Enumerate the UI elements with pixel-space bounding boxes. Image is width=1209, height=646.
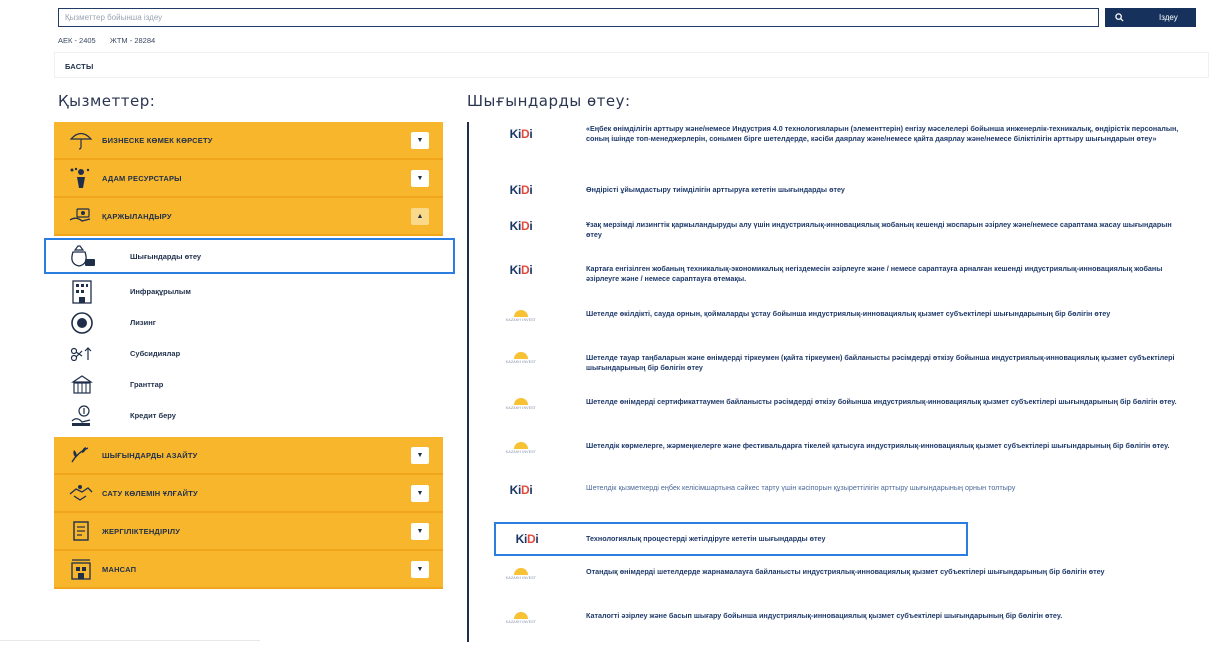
document-icon xyxy=(66,519,96,543)
kidi-logo: KiDi xyxy=(509,483,533,497)
category-label: ЖЕРГІЛІКТЕНДІРІЛУ xyxy=(102,526,181,536)
expense-item[interactable]: KiDi «Еңбек өнімділігін арттыру және/нем… xyxy=(490,124,1202,180)
search-input[interactable] xyxy=(58,8,1099,27)
category-sales-growth[interactable]: САТУ КӨЛЕМІН ҰЛҒАЙТУ ▼ xyxy=(54,475,443,513)
expense-item[interactable]: KAZAKH INVEST Каталогті әзірлеу және бас… xyxy=(490,608,1202,638)
chevron-down-icon[interactable]: ▼ xyxy=(411,132,429,149)
subitem-label: Шығындарды өтеу xyxy=(130,251,202,261)
category-human-resources[interactable]: АДАМ РЕСУРСТАРЫ ▼ xyxy=(54,160,443,198)
umbrella-icon xyxy=(66,128,96,152)
services-title: Қызметтер: xyxy=(58,92,156,110)
expense-link[interactable]: Картаға енгізілген жобаның техникалық-эк… xyxy=(586,260,1186,284)
subitem-leasing[interactable]: Лизинг xyxy=(54,307,443,338)
category-financing[interactable]: ҚАРЖЫЛАНДЫРУ ▲ xyxy=(54,198,443,236)
kazakh-invest-logo: KAZAKH INVEST xyxy=(490,348,552,368)
chevron-down-icon[interactable]: ▼ xyxy=(411,485,429,502)
chevron-up-icon[interactable]: ▲ xyxy=(411,208,429,225)
services-menu: БИЗНЕСКЕ КӨМЕК КӨРСЕТУ ▼ АДАМ РЕСУРСТАРЫ… xyxy=(44,122,455,589)
search-button[interactable]: Іздеу xyxy=(1105,8,1196,27)
category-cost-reduction[interactable]: ШЫҒЫНДАРДЫ АЗАЙТУ ▼ xyxy=(54,437,443,475)
breadcrumb-home-link[interactable]: БАСТЫ xyxy=(65,62,94,71)
category-label: МАНСАП xyxy=(102,564,137,574)
subitem-label: Субсидиялар xyxy=(130,349,181,358)
kazakh-invest-logo: KAZAKH INVEST xyxy=(490,394,552,414)
expense-link[interactable]: Отандық өнімдерді шетелдерде жарнамалауғ… xyxy=(586,564,1186,577)
search-icon xyxy=(1105,13,1133,22)
rates-info: АЕК - 2405 ЖТМ - 28284 xyxy=(58,36,155,45)
subitem-expense-reimbursement[interactable]: Шығындарды өтеу xyxy=(44,238,455,274)
expense-link[interactable]: Шетелдік қызметкерді еңбек келісімшартын… xyxy=(586,480,1186,493)
expense-link[interactable]: Шетелде өнімдерді сертификаттаумен байла… xyxy=(586,394,1186,407)
expense-item-selected[interactable]: KiDi Технологиялық процестерді жетілдіру… xyxy=(494,522,968,556)
subitem-grants[interactable]: Гранттар xyxy=(54,369,443,400)
category-business-support[interactable]: БИЗНЕСКЕ КӨМЕК КӨРСЕТУ ▼ xyxy=(54,122,443,160)
category-label: ҚАРЖЫЛАНДЫРУ xyxy=(102,211,172,221)
category-label: ШЫҒЫНДАРДЫ АЗАЙТУ xyxy=(102,450,198,460)
expense-link[interactable]: Технологиялық процестерді жетілдіруге ке… xyxy=(586,534,946,544)
expense-link[interactable]: Шетелде өкілдікті, сауда орнын, қоймалар… xyxy=(586,306,1186,319)
kazakh-invest-logo: KAZAKH INVEST xyxy=(490,438,552,458)
kidi-logo: KiDi xyxy=(509,263,533,277)
aek-rate: АЕК - 2405 xyxy=(58,36,96,45)
subitem-label: Гранттар xyxy=(130,380,164,389)
expenses-list: KiDi «Еңбек өнімділігін арттыру және/нем… xyxy=(490,124,1202,638)
subitem-subsidies[interactable]: Субсидиялар xyxy=(54,338,443,369)
subsidy-icon xyxy=(62,340,102,368)
subitem-label: Кредит беру xyxy=(130,411,176,420)
expense-link[interactable]: Шетелде тауар таңбаларын және өнімдерді … xyxy=(586,348,1186,373)
subitem-label: Лизинг xyxy=(130,318,156,327)
chevron-down-icon[interactable]: ▼ xyxy=(411,523,429,540)
subitem-credit[interactable]: Кредит беру xyxy=(54,400,443,431)
grant-icon xyxy=(62,371,102,399)
kidi-logo: KiDi xyxy=(509,183,533,197)
expense-link[interactable]: Өндірісті ұйымдастыру тиімділігін арттыр… xyxy=(586,180,1186,195)
expense-item[interactable]: KiDi Өндірісті ұйымдастыру тиімділігін а… xyxy=(490,180,1202,216)
handshake-icon xyxy=(66,481,96,505)
kidi-logo: KiDi xyxy=(509,127,533,141)
kazakh-invest-logo: KAZAKH INVEST xyxy=(490,608,552,628)
expense-link[interactable]: «Еңбек өнімділігін арттыру және/немесе И… xyxy=(586,124,1186,144)
expense-link[interactable]: Ұзақ мерзімді лизингтік қаржыландыруды а… xyxy=(586,216,1186,240)
expense-item[interactable]: KAZAKH INVEST Отандық өнімдерді шетелдер… xyxy=(490,564,1202,608)
kazakh-invest-logo: KAZAKH INVEST xyxy=(490,564,552,584)
subitem-label: Инфрақұрылым xyxy=(130,287,191,296)
category-label: БИЗНЕСКЕ КӨМЕК КӨРСЕТУ xyxy=(102,135,213,145)
expense-item[interactable]: KiDi Шетелдік қызметкерді еңбек келісімш… xyxy=(490,480,1202,524)
subitem-infrastructure[interactable]: Инфрақұрылым xyxy=(54,276,443,307)
category-career[interactable]: МАНСАП ▼ xyxy=(54,551,443,589)
breadcrumb: БАСТЫ xyxy=(54,52,1209,78)
footer-divider xyxy=(0,640,260,641)
column-divider xyxy=(467,122,469,642)
expense-item[interactable]: KAZAKH INVEST Шетелде өнімдерді сертифик… xyxy=(490,394,1202,438)
chevron-down-icon[interactable]: ▼ xyxy=(411,170,429,187)
kazakh-invest-logo: KAZAKH INVEST xyxy=(490,306,552,326)
money-bag-icon xyxy=(62,242,102,270)
expense-item[interactable]: KAZAKH INVEST Шетелдік көрмелерге, жәрме… xyxy=(490,438,1202,480)
leasing-icon xyxy=(62,309,102,337)
plant-icon xyxy=(66,443,96,467)
kidi-logo: KiDi xyxy=(509,219,533,233)
category-localization[interactable]: ЖЕРГІЛІКТЕНДІРІЛУ ▼ xyxy=(54,513,443,551)
search-button-label: Іздеу xyxy=(1159,13,1178,22)
kidi-logo: KiDi xyxy=(515,532,539,546)
money-hand-icon xyxy=(66,204,96,228)
expense-item[interactable]: KAZAKH INVEST Шетелде өкілдікті, сауда о… xyxy=(490,306,1202,348)
chevron-down-icon[interactable]: ▼ xyxy=(411,447,429,464)
credit-icon xyxy=(62,402,102,430)
expense-link[interactable]: Шетелдік көрмелерге, жәрмеңкелерге және … xyxy=(586,438,1186,451)
expense-item[interactable]: KAZAKH INVEST Шетелде тауар таңбаларын ж… xyxy=(490,348,1202,394)
search-bar: Іздеу xyxy=(58,8,1196,27)
expense-item[interactable]: KiDi Картаға енгізілген жобаның техникал… xyxy=(490,260,1202,306)
people-icon xyxy=(66,166,96,190)
chevron-down-icon[interactable]: ▼ xyxy=(411,561,429,578)
expense-item[interactable]: KiDi Ұзақ мерзімді лизингтік қаржыландыр… xyxy=(490,216,1202,260)
zhtm-rate: ЖТМ - 28284 xyxy=(109,36,156,45)
expense-link[interactable]: Каталогті әзірлеу және басып шығару бойы… xyxy=(586,608,1186,621)
building-icon xyxy=(62,278,102,306)
expenses-title: Шығындарды өтеу: xyxy=(467,92,631,110)
career-icon xyxy=(66,557,96,581)
category-label: АДАМ РЕСУРСТАРЫ xyxy=(102,173,182,183)
category-label: САТУ КӨЛЕМІН ҰЛҒАЙТУ xyxy=(102,488,198,498)
